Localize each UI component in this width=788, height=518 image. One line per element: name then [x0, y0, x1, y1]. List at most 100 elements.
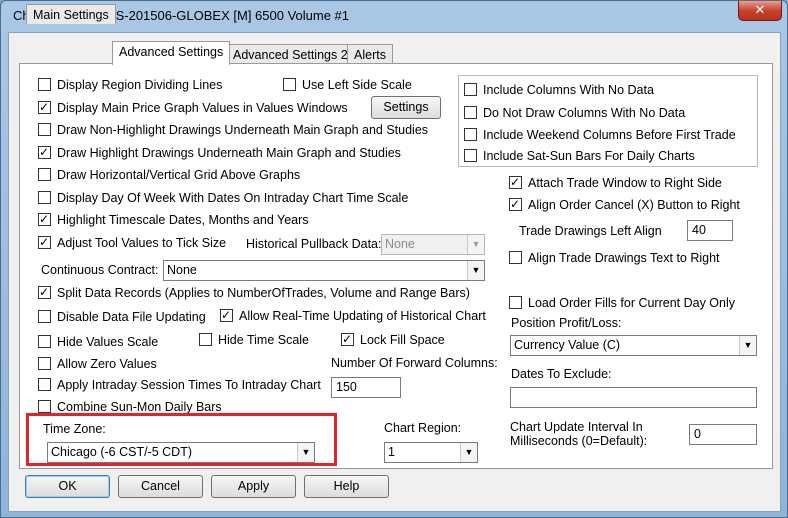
allow-realtime-updating-checkbox[interactable]: Allow Real-Time Updating of Historical C… — [220, 309, 486, 323]
checkbox-box[interactable] — [509, 176, 522, 189]
checkbox-label: Display Main Price Graph Values in Value… — [57, 101, 348, 115]
disable-data-file-updating-checkbox[interactable]: Disable Data File Updating — [38, 310, 206, 324]
historical-pullback-select[interactable]: None ▼ — [381, 234, 485, 255]
checkbox-box[interactable] — [38, 191, 51, 204]
checkbox-label: Allow Real-Time Updating of Historical C… — [239, 309, 486, 323]
attach-trade-window-checkbox[interactable]: Attach Trade Window to Right Side — [509, 176, 722, 190]
checkbox-box[interactable] — [38, 236, 51, 249]
display-day-of-week-checkbox[interactable]: Display Day Of Week With Dates On Intrad… — [38, 191, 408, 205]
checkbox-box[interactable] — [509, 296, 522, 309]
chart-region-select[interactable]: 1 ▼ — [384, 442, 478, 463]
ok-button[interactable]: OK — [25, 475, 110, 498]
checkbox-box[interactable] — [38, 400, 51, 413]
load-order-fills-checkbox[interactable]: Load Order Fills for Current Day Only — [509, 296, 735, 310]
hide-time-scale-checkbox[interactable]: Hide Time Scale — [199, 333, 309, 347]
chevron-down-icon[interactable]: ▼ — [460, 443, 477, 462]
settings-button[interactable]: Settings — [371, 96, 441, 119]
split-data-records-checkbox[interactable]: Split Data Records (Applies to NumberOfT… — [38, 286, 470, 300]
draw-highlight-checkbox[interactable]: Draw Highlight Drawings Underneath Main … — [38, 146, 401, 160]
checkbox-box[interactable] — [38, 78, 51, 91]
checkbox-box[interactable] — [38, 168, 51, 181]
checkbox-box[interactable] — [38, 213, 51, 226]
checkbox-box[interactable] — [38, 378, 51, 391]
tab-advanced-settings-2[interactable]: Advanced Settings 2 — [226, 44, 355, 64]
align-trade-drawings-text-checkbox[interactable]: Align Trade Drawings Text to Right — [509, 251, 720, 265]
forward-columns-label: Number Of Forward Columns: — [331, 356, 498, 370]
close-button[interactable]: ✕ — [738, 1, 782, 21]
update-interval-input[interactable]: 0 — [689, 424, 757, 445]
include-columns-no-data-checkbox[interactable]: Include Columns With No Data — [464, 83, 654, 97]
checkbox-box[interactable] — [341, 333, 354, 346]
display-region-dividing-lines-checkbox[interactable]: Display Region Dividing Lines — [38, 78, 222, 92]
chevron-down-icon[interactable]: ▼ — [739, 336, 756, 355]
tab-alerts[interactable]: Alerts — [347, 44, 393, 64]
checkbox-box[interactable] — [464, 128, 477, 141]
chevron-down-icon[interactable]: ▼ — [467, 261, 484, 280]
checkbox-box[interactable] — [38, 357, 51, 370]
checkbox-label: Use Left Side Scale — [302, 78, 412, 92]
tab-main-settings[interactable]: Main Settings — [26, 4, 116, 24]
title-bar[interactable]: Chart Settings - ES-201506-GLOBEX [M] 65… — [1, 1, 787, 31]
apply-intraday-session-checkbox[interactable]: Apply Intraday Session Times To Intraday… — [38, 378, 321, 392]
continuous-contract-select[interactable]: None ▼ — [163, 260, 485, 281]
checkbox-box[interactable] — [199, 333, 212, 346]
checkbox-box[interactable] — [38, 123, 51, 136]
chart-region-label: Chart Region: — [384, 421, 462, 435]
checkbox-label: Split Data Records (Applies to NumberOfT… — [57, 286, 470, 300]
chart-settings-window: Chart Settings - ES-201506-GLOBEX [M] 65… — [0, 0, 788, 518]
historical-pullback-label: Historical Pullback Data: — [246, 237, 382, 251]
combine-sun-mon-checkbox[interactable]: Combine Sun-Mon Daily Bars — [38, 400, 222, 414]
align-order-cancel-checkbox[interactable]: Align Order Cancel (X) Button to Right — [509, 198, 740, 212]
select-value: Currency Value (C) — [514, 338, 621, 352]
include-weekend-columns-checkbox[interactable]: Include Weekend Columns Before First Tra… — [464, 128, 736, 142]
checkbox-label: Apply Intraday Session Times To Intraday… — [57, 378, 321, 392]
highlight-timescale-checkbox[interactable]: Highlight Timescale Dates, Months and Ye… — [38, 213, 309, 227]
checkbox-box[interactable] — [38, 310, 51, 323]
cancel-button[interactable]: Cancel — [118, 475, 203, 498]
use-left-side-scale-checkbox[interactable]: Use Left Side Scale — [283, 78, 412, 92]
checkbox-box[interactable] — [38, 335, 51, 348]
dates-to-exclude-input[interactable] — [510, 387, 757, 408]
do-not-draw-columns-checkbox[interactable]: Do Not Draw Columns With No Data — [464, 106, 685, 120]
checkbox-box[interactable] — [509, 198, 522, 211]
chevron-down-icon[interactable]: ▼ — [467, 235, 484, 254]
allow-zero-values-checkbox[interactable]: Allow Zero Values — [38, 357, 157, 371]
display-main-price-values-checkbox[interactable]: Display Main Price Graph Values in Value… — [38, 101, 348, 115]
checkbox-box[interactable] — [38, 146, 51, 159]
checkbox-box[interactable] — [464, 149, 477, 162]
checkbox-label: Disable Data File Updating — [57, 310, 206, 324]
checkbox-label: Include Columns With No Data — [483, 83, 654, 97]
checkbox-label: Align Order Cancel (X) Button to Right — [528, 198, 740, 212]
checkbox-label: Display Day Of Week With Dates On Intrad… — [57, 191, 409, 205]
tab-label: Alerts — [354, 48, 386, 62]
trade-drawings-left-align-input[interactable]: 40 — [687, 220, 733, 241]
checkbox-label: Hide Values Scale — [57, 335, 159, 349]
checkbox-box[interactable] — [283, 78, 296, 91]
position-profit-loss-select[interactable]: Currency Value (C) ▼ — [510, 335, 757, 356]
help-button[interactable]: Help — [304, 475, 389, 498]
checkbox-box[interactable] — [464, 83, 477, 96]
hide-values-scale-checkbox[interactable]: Hide Values Scale — [38, 335, 158, 349]
checkbox-box[interactable] — [509, 251, 522, 264]
checkbox-box[interactable] — [38, 286, 51, 299]
tab-advanced-settings[interactable]: Advanced Settings — [112, 41, 231, 65]
position-profit-loss-label: Position Profit/Loss: — [511, 316, 622, 330]
checkbox-label: Align Trade Drawings Text to Right — [528, 251, 720, 265]
apply-button[interactable]: Apply — [211, 475, 296, 498]
checkbox-box[interactable] — [38, 101, 51, 114]
include-sat-sun-bars-checkbox[interactable]: Include Sat-Sun Bars For Daily Charts — [464, 149, 695, 163]
checkbox-label: Draw Non-Highlight Drawings Underneath M… — [57, 123, 429, 137]
draw-grid-above-checkbox[interactable]: Draw Horizontal/Vertical Grid Above Grap… — [38, 168, 300, 182]
draw-non-highlight-checkbox[interactable]: Draw Non-Highlight Drawings Underneath M… — [38, 123, 428, 137]
checkbox-box[interactable] — [464, 106, 477, 119]
lock-fill-space-checkbox[interactable]: Lock Fill Space — [341, 333, 445, 347]
checkbox-label: Draw Horizontal/Vertical Grid Above Grap… — [57, 168, 301, 182]
checkbox-box[interactable] — [220, 309, 233, 322]
dates-to-exclude-label: Dates To Exclude: — [511, 367, 612, 381]
tab-label: Advanced Settings 2 — [233, 48, 348, 62]
checkbox-label: Include Sat-Sun Bars For Daily Charts — [483, 149, 695, 163]
update-interval-label-line1: Chart Update Interval In — [510, 420, 643, 434]
forward-columns-input[interactable]: 150 — [331, 377, 401, 398]
adjust-tool-values-checkbox[interactable]: Adjust Tool Values to Tick Size — [38, 236, 226, 250]
trade-drawings-left-align-label: Trade Drawings Left Align — [519, 224, 662, 238]
